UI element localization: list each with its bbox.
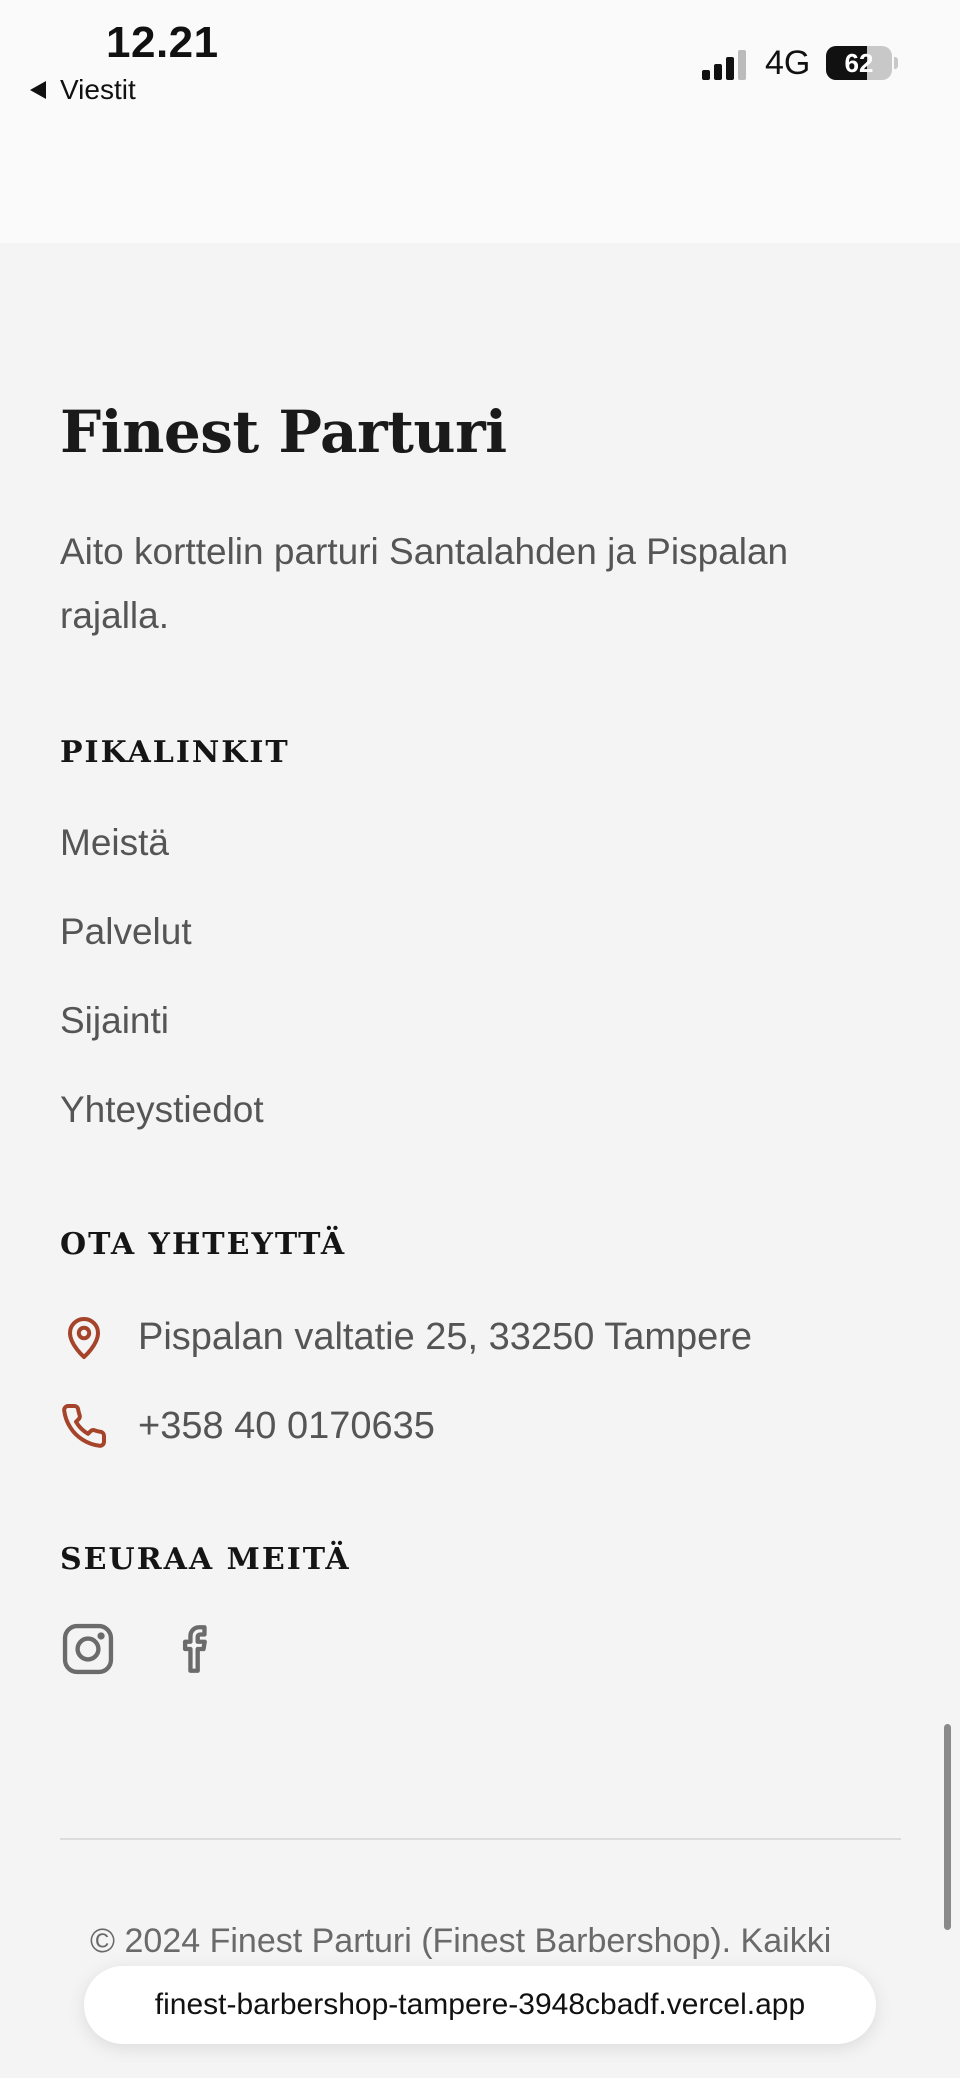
back-link-label: Viestit: [60, 74, 136, 105]
browser-url-bar[interactable]: finest-barbershop-tampere-3948cbadf.verc…: [84, 1966, 876, 2044]
quick-links-heading: PIKALINKIT: [60, 735, 290, 770]
battery-tip: [894, 57, 898, 69]
footer-brand-title: Finest Parturi: [60, 398, 507, 466]
phone-icon: [62, 1403, 107, 1448]
cellular-signal-icon: [702, 48, 750, 80]
back-to-messages-link[interactable]: Viestit: [30, 74, 136, 106]
copyright-text: © 2024 Finest Parturi (Finest Barbershop…: [90, 1922, 832, 1960]
instagram-icon[interactable]: [59, 1620, 117, 1678]
map-pin-icon: [68, 1317, 100, 1359]
status-time: 12.21: [106, 18, 219, 67]
facebook-icon[interactable]: [167, 1620, 225, 1678]
network-type: 4G: [765, 44, 811, 82]
contact-address: Pispalan valtatie 25, 33250 Tampere: [138, 1315, 753, 1358]
quick-link-yhteystiedot[interactable]: Yhteystiedot: [60, 1089, 264, 1131]
battery-level: 62: [844, 48, 874, 78]
contact-phone-row[interactable]: +358 40 0170635: [60, 1402, 435, 1450]
footer-divider: [60, 1838, 901, 1840]
browser-url: finest-barbershop-tampere-3948cbadf.verc…: [154, 1988, 806, 2021]
social-heading: SEURAA MEITÄ: [60, 1542, 351, 1577]
battery-icon: 62: [826, 46, 892, 80]
quick-link-palvelut[interactable]: Palvelut: [60, 911, 192, 953]
quick-link-meista[interactable]: Meistä: [60, 822, 169, 864]
contact-phone: +358 40 0170635: [138, 1404, 435, 1447]
quick-link-sijainti[interactable]: Sijainti: [60, 1000, 169, 1042]
contact-heading: OTA YHTEYTTÄ: [60, 1227, 347, 1262]
back-arrow-icon: [30, 81, 46, 99]
footer-tagline: Aito korttelin parturi Santalahden ja Pi…: [60, 531, 789, 636]
contact-address-row: Pispalan valtatie 25, 33250 Tampere: [60, 1313, 752, 1361]
scrollbar[interactable]: [944, 1724, 951, 1930]
status-bar: 12.21 Viestit 4G 62: [0, 0, 960, 243]
